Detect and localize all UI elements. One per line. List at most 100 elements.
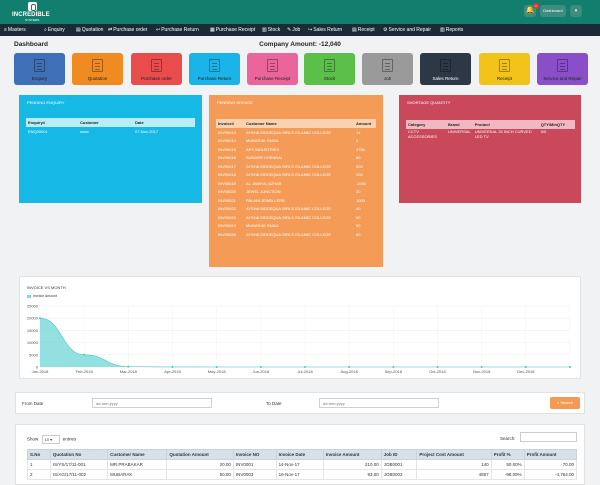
brand-logo[interactable]: INCREDIBLE SYSTEMS (12, 2, 60, 22)
gear-icon: ⚙ (383, 27, 388, 33)
menu-label: Masters (7, 27, 26, 33)
column-header[interactable]: Customer Name (107, 449, 168, 460)
tile-icon (267, 59, 278, 72)
tile-job[interactable]: Job (362, 53, 413, 85)
table-cell: 210.00 (322, 459, 382, 470)
tile-label: Purchase Receipt (254, 76, 291, 81)
table-row[interactable]: INV00017 AYSHA SIDDEQUA GIRLS ISLAMIC COL… (216, 162, 376, 171)
menu-receipt[interactable]: ▤Receipt (352, 27, 375, 33)
column-header[interactable]: Invoice NO (232, 449, 277, 460)
x-tick-label: Oct-2018 (429, 369, 446, 374)
search-button[interactable]: ⌕ Search (550, 397, 580, 409)
y-tick-label: 15000 (27, 328, 39, 333)
data-point (392, 366, 395, 368)
shortage-table: Category Brand Product QTY/MinQTY CCTV A… (406, 120, 575, 141)
menu-job[interactable]: ✎Job (287, 27, 300, 33)
menu-masters[interactable]: ≡Masters (4, 27, 26, 33)
dashboard-button[interactable]: Dashboard (540, 5, 566, 17)
column-header[interactable]: Quotation Amount (166, 449, 234, 460)
column-header: Customer Name (246, 121, 277, 126)
menu-purchase-receipt[interactable]: ▦Purchase Receipt (210, 27, 255, 33)
table-cell: 50 (356, 223, 361, 229)
table-cell: 4750 (356, 146, 365, 152)
table-search-input[interactable] (520, 432, 577, 442)
tile-quotation[interactable]: Quotation (72, 53, 123, 85)
menu-quotation[interactable]: ▤Quotation (76, 27, 103, 33)
menu-sales-return[interactable]: ↪Sales Return (308, 27, 342, 33)
table-cell: 500 (356, 163, 363, 169)
table-cell: AYSHA SIDDEQUA GIRLS ISLAMIC COLLEGE (246, 231, 332, 237)
notification-bell-button[interactable]: 🔔 1 (524, 3, 539, 17)
table-row[interactable]: INV00015 APS INDUSTRIES 4750 (216, 145, 376, 154)
table-row[interactable]: INV00018 AYSHA SIDDEQUA GIRLS ISLAMIC COL… (216, 171, 376, 180)
menu-label: Job (292, 27, 301, 33)
tile-service-and-repair[interactable]: Service and Repair (537, 53, 588, 85)
tile-sales-return[interactable]: Sales Return (420, 53, 471, 85)
data-point (127, 365, 130, 368)
menu-purchase-order[interactable]: ⇄Purchase order (108, 27, 147, 33)
tile-purchase-receipt[interactable]: Purchase Receipt (247, 53, 298, 85)
tile-stock[interactable]: Stock (304, 53, 355, 85)
table-cell: INV00020 (218, 189, 236, 195)
tile-label: Stock (323, 76, 336, 81)
tile-icon (324, 59, 335, 72)
column-header[interactable]: Quotation No (49, 449, 109, 460)
column-header[interactable]: Invoice Date (275, 449, 324, 460)
table-cell: INV00019 (218, 180, 236, 186)
user-menu-button[interactable]: ▾ (570, 5, 582, 17)
invoice-vs-month-chart: 0500010000150002000025000Jan-2018 Feb-201… (27, 304, 571, 374)
column-header: Category (408, 122, 426, 127)
table-row[interactable]: INV00021 PALANI JEWELLERS 1000 (216, 196, 376, 205)
column-header[interactable]: Project Cost Amount (416, 449, 492, 460)
menu-label: Purchase Return (161, 27, 199, 33)
tile-receipt[interactable]: Receipt (479, 53, 530, 85)
table-row[interactable]: INV00025 AYSHA SIDDEQUA GIRLS ISLAMIC COL… (216, 230, 376, 239)
table-row[interactable]: ENQ00001 www 07-Nov-2017 (26, 127, 195, 136)
data-point (215, 366, 218, 368)
table-cell: JEWEL JUNCTION (246, 189, 281, 195)
column-header[interactable]: Profit % (490, 449, 525, 460)
table-cell: INV00018 (218, 172, 236, 178)
document-icon: ▤ (76, 27, 81, 33)
to-date-input[interactable] (319, 398, 439, 408)
x-tick-label: Nov-2018 (473, 369, 491, 374)
table-row[interactable]: INV00023 AYSHA SIDDEQUA GIRLS ISLAMIC COL… (216, 213, 376, 222)
table-cell: -1000 (356, 180, 367, 186)
menu-reports[interactable]: ▥Reports (440, 27, 463, 33)
menu-enquiry[interactable]: ⌕Enquiry (44, 27, 65, 33)
table-row[interactable]: CCTV ACCESSORIES UNIVERSAL UNIVERSAL 32 … (406, 129, 575, 141)
table-cell: 14-Nov-17 (275, 459, 324, 470)
tile-label: Purchase order (141, 76, 172, 81)
table-row[interactable]: INV00022 AYSHA SIDDEQUA GIRLS ISLAMIC COL… (216, 205, 376, 214)
table-row[interactable]: INV00024 MUBARAK EMAIL 50 (216, 222, 376, 231)
table-row[interactable]: INV00013 AYSHA SIDDEQUA GIRLS ISLAMIC COL… (216, 128, 376, 137)
table-cell: MUBARAK (107, 469, 168, 480)
tile-purchase-order[interactable]: Purchase order (131, 53, 182, 85)
tile-purchase-return[interactable]: Purchase Return (189, 53, 240, 85)
table-row[interactable]: INV00020 JEWEL JUNCTION 20 (216, 188, 376, 197)
table-cell: -98.09% (490, 469, 525, 480)
table-row[interactable]: INV00016 SUNDER CHENNAI 80 (216, 154, 376, 163)
menu-stock[interactable]: ▥Stock (262, 27, 280, 33)
table-cell: INV00014 (218, 138, 236, 144)
menu-purchase-return[interactable]: ↩Purchase Return (156, 27, 199, 33)
column-header[interactable]: Invoice Amount (322, 449, 382, 460)
column-header[interactable]: Profit Amount (523, 449, 578, 460)
table-cell: -4,764.00 (523, 469, 578, 480)
table-row[interactable]: 1 IS/YS/17/11-001 MR.PRABAKAR 20.00 INV0001 1… (27, 459, 578, 470)
menu-service-and-repair[interactable]: ⚙Service and Repair (383, 27, 431, 33)
tile-label: Purchase Return (197, 76, 232, 81)
tile-icon (499, 59, 510, 72)
column-header[interactable]: S.No (27, 449, 51, 460)
table-cell: INV00023 (218, 214, 236, 220)
x-tick-label: Apr-2018 (164, 369, 181, 374)
table-row[interactable]: INV00019 AL JAMIYA, AZHAR -1000 (216, 179, 376, 188)
from-date-input[interactable] (92, 398, 212, 408)
column-header[interactable]: Job ID (380, 449, 418, 460)
exchange-icon: ⇄ (108, 27, 113, 33)
tile-enquiry[interactable]: Enquiry (14, 53, 65, 85)
page-size-select[interactable]: 10 ▾ (41, 435, 60, 444)
table-row[interactable]: INV00014 MUBARAK EMAIL 0 (216, 137, 376, 146)
x-tick-label: Aug-2018 (340, 369, 358, 374)
table-row[interactable]: 2 IS/AG/17/11-002 MUBARAK 50.00 INV0003 16-No… (27, 469, 578, 480)
